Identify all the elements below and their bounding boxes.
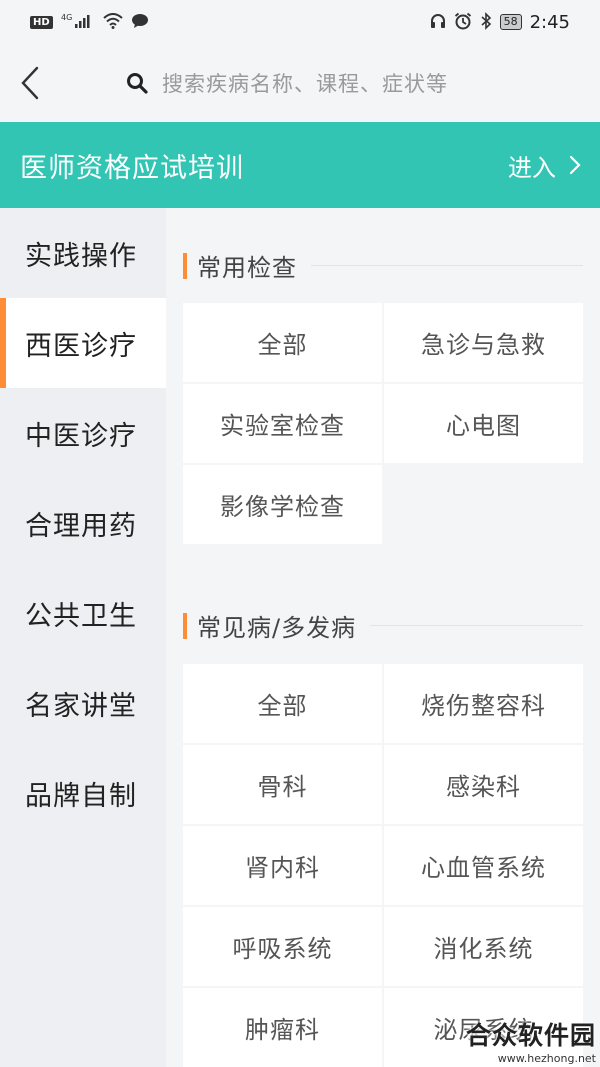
- sidebar-item-public-health[interactable]: 公共卫生: [0, 568, 166, 658]
- category-sidebar: 实践操作 西医诊疗 中医诊疗 合理用药 公共卫生 名家讲堂 品牌自制: [0, 208, 166, 1067]
- grid-item[interactable]: 急诊与急救: [384, 303, 583, 382]
- grid-item[interactable]: 骨科: [183, 745, 382, 824]
- watermark-url: www.hezhong.net: [497, 1052, 596, 1065]
- clock: 2:45: [529, 11, 570, 33]
- search-input[interactable]: 搜索疾病名称、课程、症状等: [126, 68, 448, 98]
- sidebar-item-label: 公共卫生: [25, 600, 137, 632]
- sidebar-item-practice[interactable]: 实践操作: [0, 208, 166, 298]
- sidebar-item-rational-drug-use[interactable]: 合理用药: [0, 478, 166, 568]
- network-label: 4G: [61, 13, 72, 22]
- sidebar-item-brand-originals[interactable]: 品牌自制: [0, 748, 166, 838]
- category-content: 常用检查 全部 急诊与急救 实验室检查 心电图 影像学检查 常见病/多发病 全部…: [166, 208, 600, 1067]
- grid-item[interactable]: 消化系统: [384, 907, 583, 986]
- alarm-icon: [454, 12, 472, 33]
- battery-indicator: 58: [499, 14, 522, 30]
- section-accent-bar: [183, 612, 187, 639]
- sidebar-item-expert-lectures[interactable]: 名家讲堂: [0, 658, 166, 748]
- chevron-right-icon: [569, 155, 581, 175]
- sidebar-item-label: 中医诊疗: [25, 420, 137, 452]
- sidebar-item-label: 合理用药: [25, 510, 137, 542]
- banner-title: 医师资格应试培训: [20, 152, 244, 184]
- search-bar: 搜索疾病名称、课程、症状等: [0, 44, 600, 122]
- grid-item[interactable]: 全部: [183, 664, 382, 743]
- banner-enter-label: 进入: [508, 153, 556, 182]
- signal-icon: 4G: [61, 13, 95, 32]
- grid-item[interactable]: 呼吸系统: [183, 907, 382, 986]
- chevron-left-icon: [21, 66, 39, 100]
- banner-enter-link[interactable]: 进入: [508, 148, 582, 183]
- grid-common-exams: 全部 急诊与急救 实验室检查 心电图 影像学检查: [183, 303, 583, 544]
- section-header-common-exams: 常用检查: [183, 248, 583, 283]
- grid-item[interactable]: 肾内科: [183, 826, 382, 905]
- sidebar-item-western-medicine[interactable]: 西医诊疗: [0, 298, 166, 388]
- chat-bubble-icon: [131, 13, 149, 32]
- wifi-icon: [103, 12, 123, 32]
- sidebar-item-label: 品牌自制: [25, 780, 137, 812]
- section-accent-bar: [183, 252, 187, 279]
- watermark-title: 合众软件园: [465, 1021, 596, 1050]
- sidebar-item-label: 西医诊疗: [25, 330, 137, 362]
- sidebar-item-label: 实践操作: [25, 240, 137, 272]
- section-title: 常见病/多发病: [197, 614, 357, 642]
- grid-item[interactable]: 烧伤整容科: [384, 664, 583, 743]
- status-bar: HD 4G 58 2:45: [0, 0, 600, 44]
- search-placeholder: 搜索疾病名称、课程、症状等: [162, 72, 448, 96]
- section-title: 常用检查: [197, 254, 297, 282]
- grid-item[interactable]: 影像学检查: [183, 465, 382, 544]
- back-button[interactable]: [0, 44, 60, 122]
- status-left: HD 4G: [30, 13, 149, 32]
- search-icon: [127, 73, 148, 94]
- watermark: 合众软件园 www.hezhong.net: [466, 1016, 596, 1065]
- divider: [311, 265, 583, 266]
- divider: [370, 625, 583, 626]
- grid-common-diseases: 全部 烧伤整容科 骨科 感染科 肾内科 心血管系统 呼吸系统 消化系统 肿瘤科 …: [183, 664, 583, 1067]
- headphones-icon: [430, 13, 446, 32]
- grid-item[interactable]: 肿瘤科: [183, 988, 382, 1067]
- sidebar-item-label: 名家讲堂: [25, 690, 137, 722]
- bluetooth-icon: [480, 11, 492, 33]
- grid-item[interactable]: 心电图: [384, 384, 583, 463]
- exam-training-banner[interactable]: 医师资格应试培训 进入: [0, 122, 600, 208]
- section-header-common-diseases: 常见病/多发病: [183, 608, 583, 643]
- sidebar-item-chinese-medicine[interactable]: 中医诊疗: [0, 388, 166, 478]
- grid-item[interactable]: 心血管系统: [384, 826, 583, 905]
- status-right: 58 2:45: [430, 12, 570, 33]
- grid-item[interactable]: 全部: [183, 303, 382, 382]
- grid-item[interactable]: 感染科: [384, 745, 583, 824]
- hd-badge: HD: [30, 15, 53, 29]
- grid-item[interactable]: 实验室检查: [183, 384, 382, 463]
